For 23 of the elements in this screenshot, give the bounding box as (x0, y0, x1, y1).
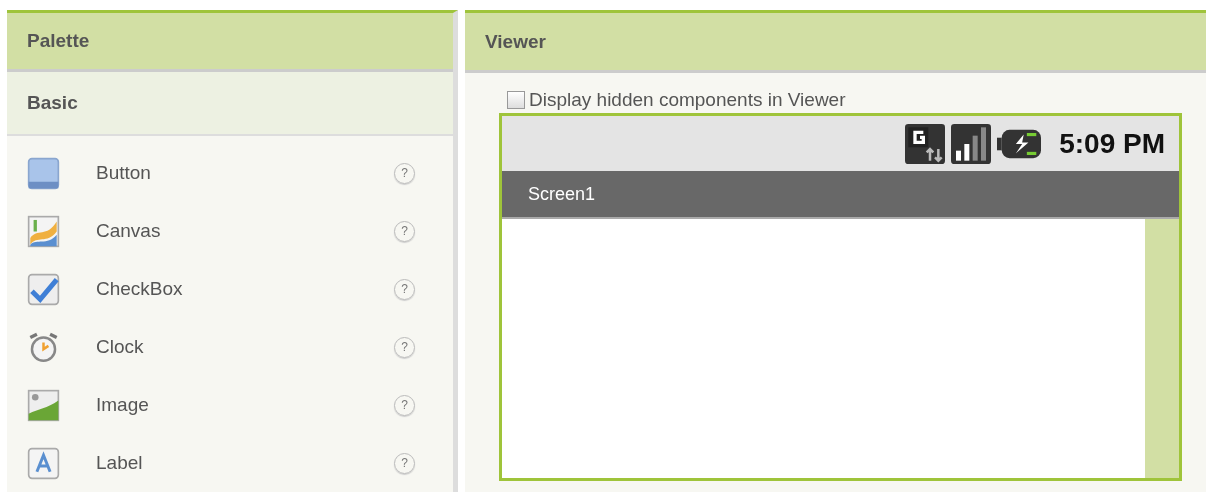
checkbox-label[interactable]: Display hidden components in Viewer (529, 89, 846, 111)
screen-title: Screen1 (528, 183, 596, 205)
component-name[interactable]: Canvas (96, 220, 394, 242)
image-icon (27, 388, 60, 422)
battery-icon (997, 127, 1042, 160)
component-name[interactable]: Image (96, 394, 394, 416)
clock-time: 5:09 PM (1059, 127, 1165, 160)
network-icon (905, 123, 946, 164)
button-icon (27, 156, 60, 190)
panel-title: Viewer (485, 30, 546, 53)
checkbox-icon (27, 272, 60, 306)
signal-icon (951, 123, 992, 164)
component-name[interactable]: CheckBox (96, 278, 394, 300)
category-header[interactable]: Basic (7, 71, 453, 136)
category-title: Basic (27, 91, 78, 114)
panel-title: Palette (27, 29, 90, 52)
label-icon (27, 446, 60, 480)
component-name[interactable]: Clock (96, 336, 394, 358)
checkbox[interactable] (507, 91, 525, 109)
alarm-clock-icon (27, 330, 60, 364)
component-name[interactable]: Button (96, 162, 394, 184)
canvas-icon (27, 214, 60, 248)
component-name[interactable]: Label (96, 452, 394, 474)
